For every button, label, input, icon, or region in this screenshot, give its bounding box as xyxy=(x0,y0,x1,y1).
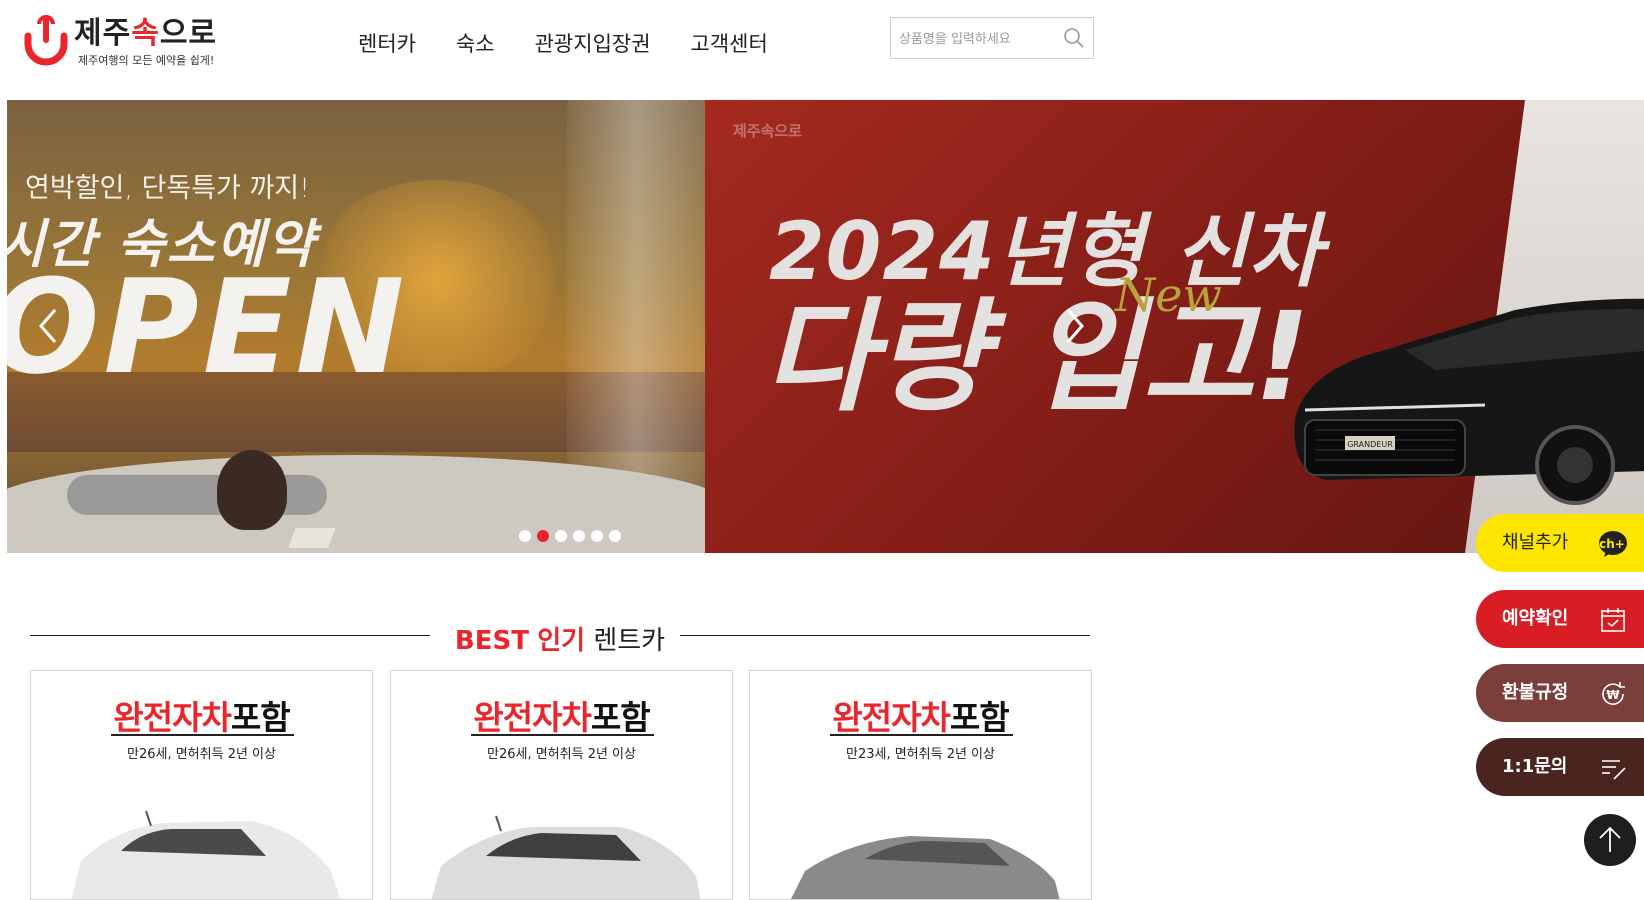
logo-title: 제주속으로 xyxy=(74,16,218,51)
banner-next-arrow-icon[interactable] xyxy=(1062,306,1088,346)
search-icon[interactable] xyxy=(1063,27,1085,49)
site-logo[interactable]: 제주속으로 제주여행의 모든 예약을 쉽게! xyxy=(22,8,242,68)
banner-left-subtitle: 연박할인, 단독특가 까지! xyxy=(25,173,310,204)
won-refresh-icon: ₩ xyxy=(1602,682,1625,705)
main-nav: 렌터카 숙소 관광지입장권 고객센터 xyxy=(358,28,768,58)
card-condition: 만23세, 면허취득 2년 이상 xyxy=(846,747,995,762)
logo-subtitle: 제주여행의 모든 예약을 쉽게! xyxy=(78,54,215,67)
woman-hair-graphic xyxy=(217,450,287,530)
banner-dot-6[interactable] xyxy=(609,530,621,542)
kakao-channel-button[interactable]: 채널추가 ch+ xyxy=(1476,514,1644,572)
card-badge-underline xyxy=(471,734,654,736)
card-condition: 만26세, 면허취득 2년 이상 xyxy=(487,747,636,762)
reservation-check-button[interactable]: 예약확인 xyxy=(1476,590,1644,648)
car-image-white-hatchback xyxy=(71,811,341,899)
arrow-up-icon xyxy=(1599,826,1621,852)
black-sedan-image: GRANDEUR xyxy=(1294,298,1644,505)
best-rentcar-heading: BEST 인기 렌트카 xyxy=(30,618,1090,656)
search-box xyxy=(890,17,1094,60)
refund-won-symbol: ₩ xyxy=(1606,688,1620,702)
hero-banner[interactable]: 연박할인, 단독특가 까지! 시간 숙소예약 OPEN 제주속으로 2024년형… xyxy=(7,100,1644,553)
card-badge-underline xyxy=(830,734,1013,736)
heading-text: BEST 인기 렌트카 xyxy=(454,626,666,656)
card-badge-underline xyxy=(111,734,294,736)
nav-item-rentcar[interactable]: 렌터카 xyxy=(358,28,416,58)
calendar-check-icon xyxy=(1601,608,1625,632)
car-image-silver-hatchback xyxy=(431,815,701,899)
banner-right-year-text: 2024년형 신차 xyxy=(769,205,1323,298)
list-pencil-icon xyxy=(1602,760,1626,780)
kakao-channel-badge: ch+ xyxy=(1599,537,1625,551)
banner-left-big-text: OPEN xyxy=(7,251,409,403)
reservation-check-label: 예약확인 xyxy=(1502,608,1569,629)
car-plate-label: GRANDEUR xyxy=(1347,440,1393,449)
rentcar-card-1[interactable]: 완전자차포함 만26세, 면허취득 2년 이상 xyxy=(30,670,373,900)
banner-dot-3[interactable] xyxy=(555,530,567,542)
inquiry-label: 1:1문의 xyxy=(1502,756,1568,777)
logo-mark-icon xyxy=(24,15,68,66)
nav-item-support[interactable]: 고객센터 xyxy=(691,28,768,58)
card-condition: 만26세, 면허취득 2년 이상 xyxy=(127,747,276,762)
banner-right-accent-text: New xyxy=(1115,268,1222,322)
banner-prev-arrow-icon[interactable] xyxy=(35,306,61,346)
banner-slide-lodging[interactable]: 연박할인, 단독특가 까지! 시간 숙소예약 OPEN xyxy=(7,100,705,553)
kakao-channel-label: 채널추가 xyxy=(1502,532,1569,553)
banner-right-logo: 제주속으로 xyxy=(733,122,803,140)
banner-dot-4[interactable] xyxy=(573,530,585,542)
reading-woman-graphic xyxy=(67,475,327,515)
card-badge: 완전자차포함 xyxy=(832,698,1009,737)
refund-policy-label: 환불규정 xyxy=(1502,682,1569,703)
nav-item-lodging[interactable]: 숙소 xyxy=(456,28,495,58)
refund-policy-button[interactable]: 환불규정 ₩ xyxy=(1476,664,1644,722)
banner-dot-1[interactable] xyxy=(519,530,531,542)
book-graphic xyxy=(288,528,336,548)
rentcar-card-3[interactable]: 완전자차포함 만23세, 면허취득 2년 이상 xyxy=(749,670,1092,900)
car-image-gray-sedan xyxy=(791,836,1060,899)
kakao-channel-icon: ch+ xyxy=(1599,531,1627,557)
rentcar-card-2[interactable]: 완전자차포함 만26세, 면허취득 2년 이상 xyxy=(390,670,733,900)
banner-dot-2[interactable] xyxy=(537,530,549,542)
banner-pagination xyxy=(519,530,621,542)
search-input[interactable] xyxy=(897,18,1061,60)
scroll-to-top-button[interactable] xyxy=(1584,814,1636,866)
banner-dot-5[interactable] xyxy=(591,530,603,542)
card-badge: 완전자차포함 xyxy=(473,698,650,737)
nav-item-tickets[interactable]: 관광지입장권 xyxy=(535,28,651,58)
card-badge: 완전자차포함 xyxy=(113,698,290,737)
banner-right-big-text: 다량 입고! xyxy=(763,286,1311,428)
banner-slide-newcar[interactable]: 제주속으로 2024년형 신차 다량 입고! New GRANDEUR xyxy=(705,100,1644,553)
one-to-one-inquiry-button[interactable]: 1:1문의 xyxy=(1476,738,1644,796)
